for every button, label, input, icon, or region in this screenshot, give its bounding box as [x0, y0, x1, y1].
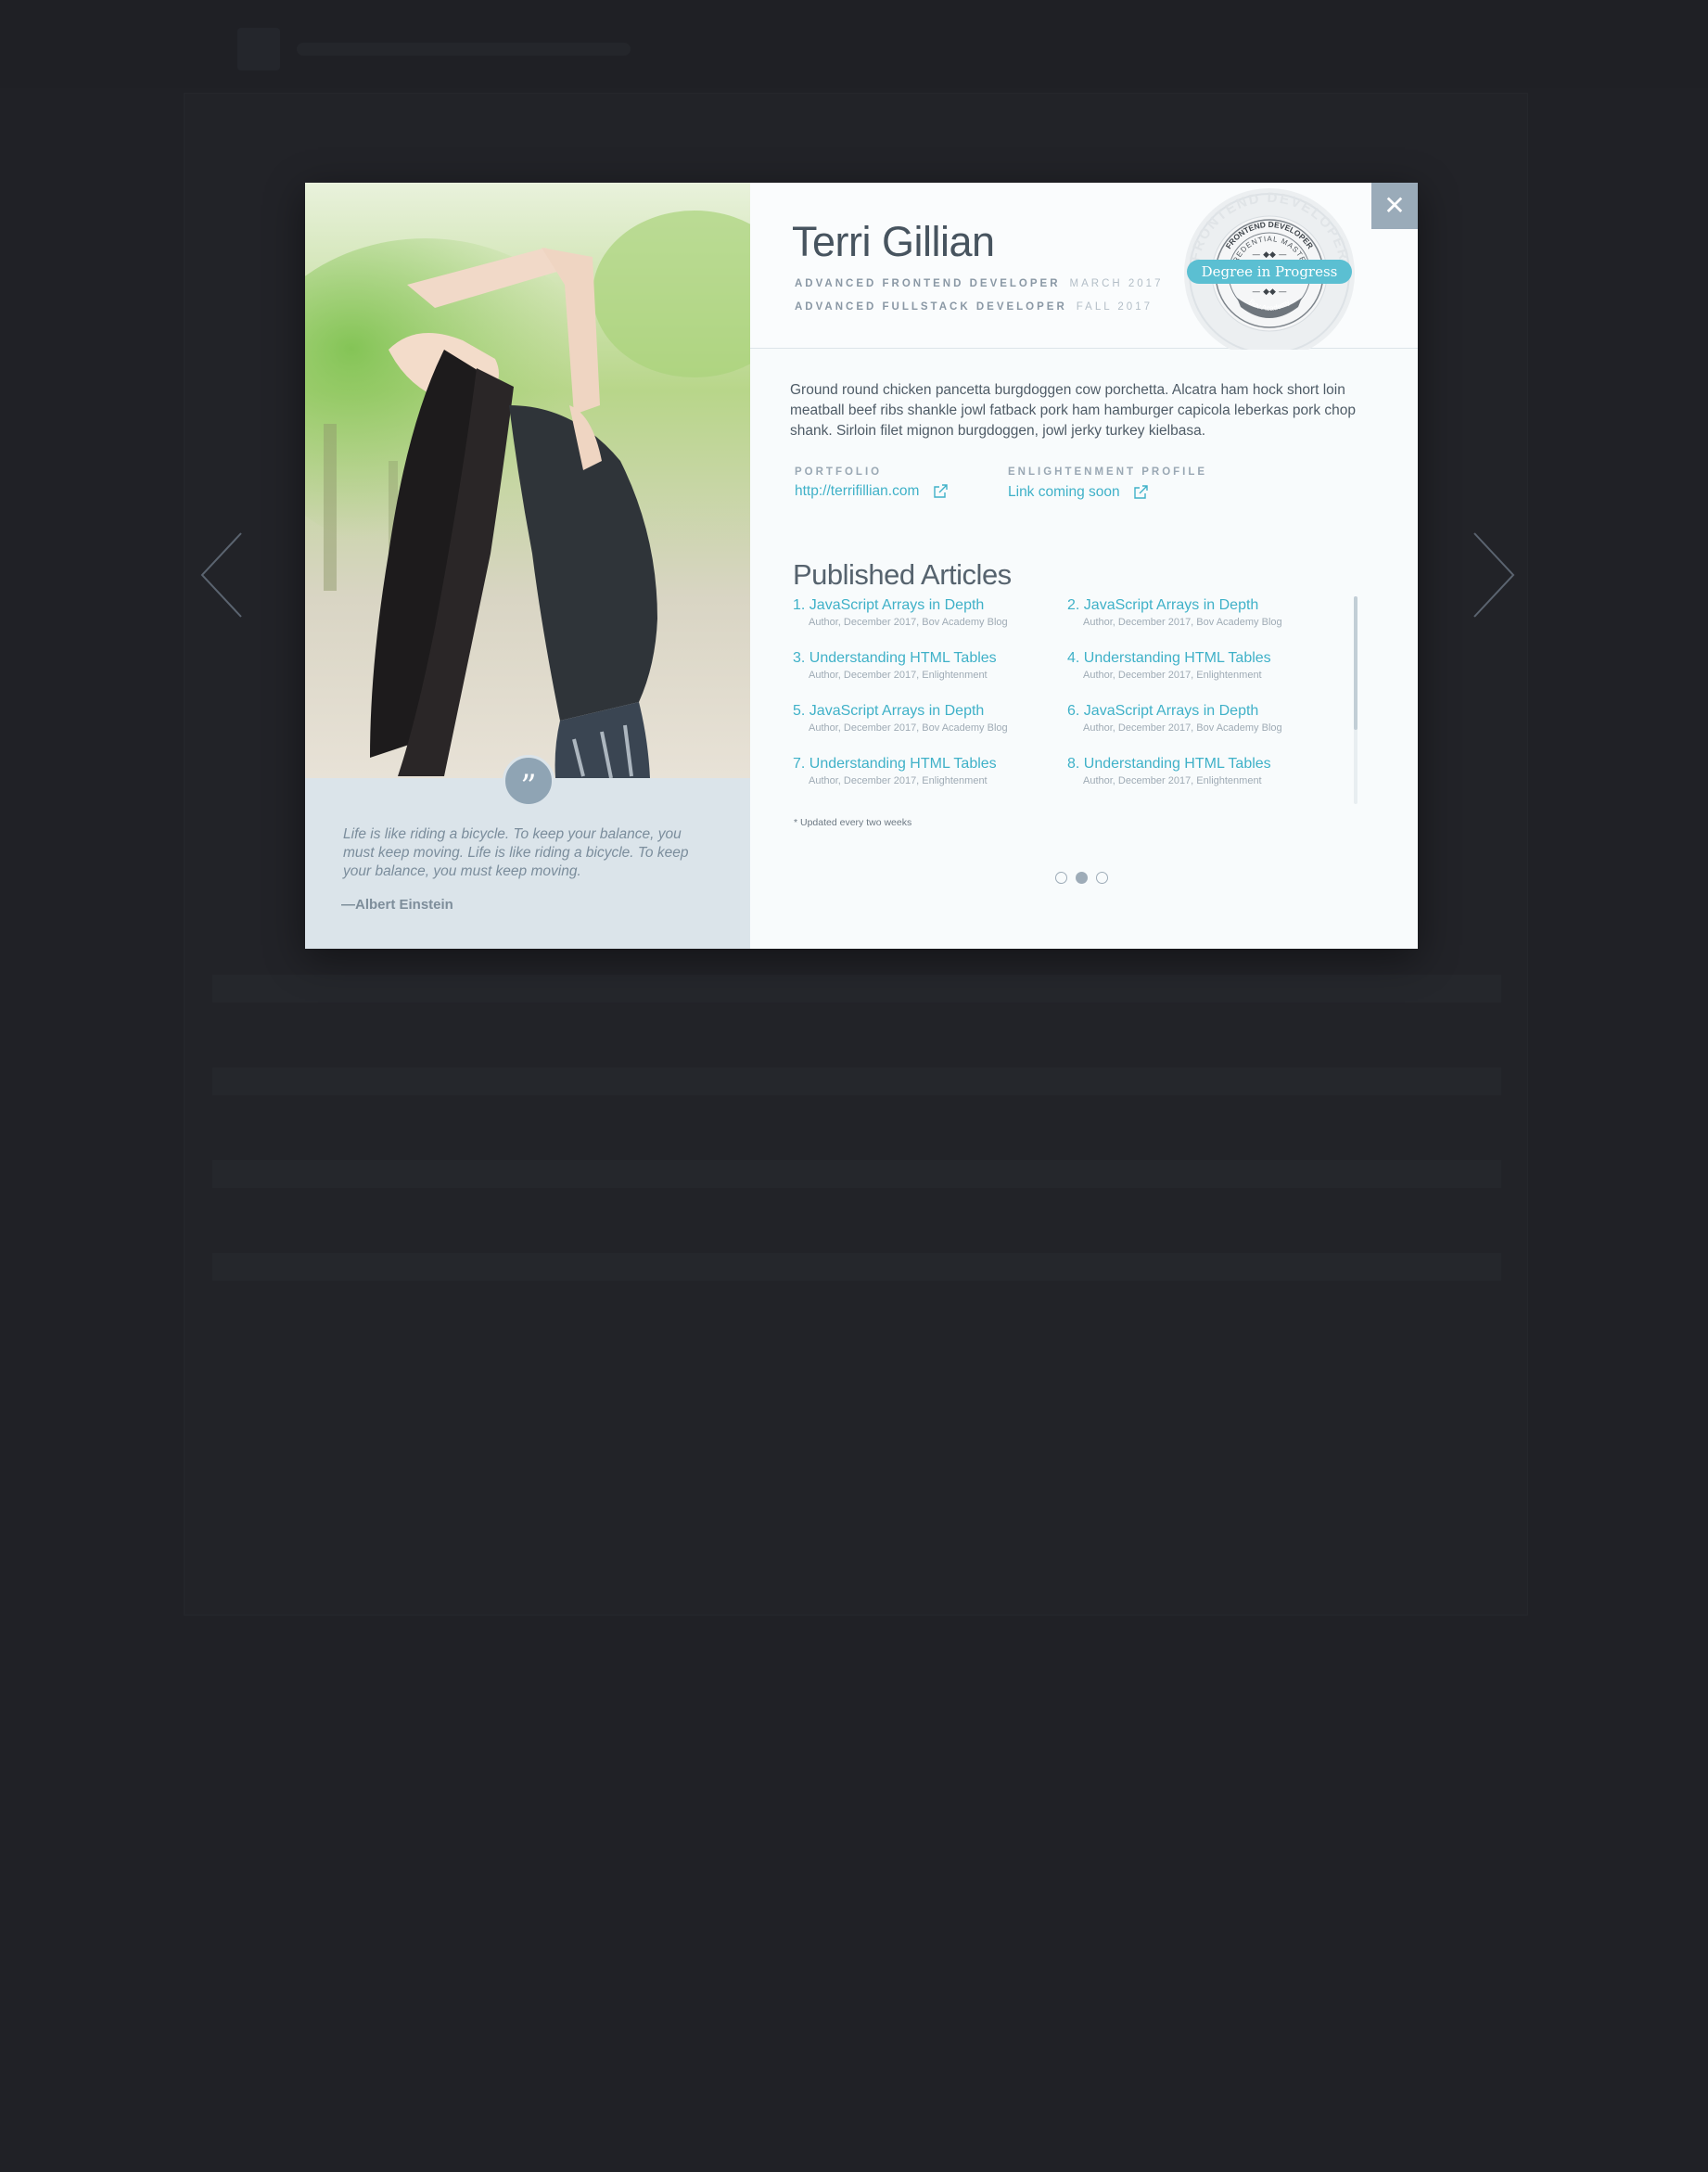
enlightenment-label: ENLIGHTENMENT PROFILE — [1008, 466, 1208, 478]
svg-text:— ◆◆ —: — ◆◆ — — [1252, 250, 1287, 260]
portfolio-label: PORTFOLIO — [795, 466, 883, 478]
article-meta: Author, December 2017, Enlightenment — [1083, 775, 1262, 786]
pagination-dot[interactable] — [1096, 872, 1108, 885]
enlightenment-link-text: Link coming soon — [1008, 484, 1120, 500]
quote-author: —Albert Einstein — [341, 897, 453, 913]
articles-footnote: * Updated every two weeks — [794, 817, 912, 828]
backdrop-header — [0, 0, 1708, 88]
credential-row: ADVANCED FULLSTACK DEVELOPER FALL 2017 — [795, 301, 1153, 313]
credential-row: ADVANCED FRONTEND DEVELOPER MARCH 2017 — [795, 278, 1163, 289]
pagination-dot-active[interactable] — [1076, 872, 1088, 885]
list-item: 4. Understanding HTML Tables Author, Dec… — [1067, 650, 1336, 681]
credential-title: ADVANCED FULLSTACK DEVELOPER — [795, 301, 1067, 313]
backdrop-bar — [212, 975, 1501, 1003]
profile-details: Terri Gillian ADVANCED FRONTEND DEVELOPE… — [750, 183, 1418, 949]
list-item: 1. JavaScript Arrays in Depth Author, De… — [793, 597, 1062, 628]
article-meta: Author, December 2017, Enlightenment — [809, 670, 988, 681]
quote-icon[interactable]: ” — [503, 755, 554, 807]
article-link[interactable]: 8. Understanding HTML Tables — [1067, 756, 1336, 773]
article-link[interactable]: 6. JavaScript Arrays in Depth — [1067, 703, 1336, 720]
article-link[interactable]: 3. Understanding HTML Tables — [793, 650, 1062, 667]
profile-modal: ” Life is like riding a bicycle. To keep… — [305, 183, 1418, 949]
article-meta: Author, December 2017, Bov Academy Blog — [809, 617, 1008, 628]
backdrop-nav — [297, 43, 631, 56]
article-list: 1. JavaScript Arrays in Depth Author, De… — [793, 597, 1349, 949]
credential-date: MARCH 2017 — [1069, 278, 1164, 289]
quote-text: Life is like riding a bicycle. To keep y… — [343, 826, 689, 879]
list-item: 3. Understanding HTML Tables Author, Dec… — [793, 650, 1062, 681]
published-articles-title: Published Articles — [793, 558, 1012, 591]
svg-text:— ◆◆ —: — ◆◆ — — [1252, 287, 1287, 297]
list-item: 2. JavaScript Arrays in Depth Author, De… — [1067, 597, 1336, 628]
badge-ribbon-text: Degree in Progress — [1202, 263, 1338, 280]
list-item: 6. JavaScript Arrays in Depth Author, De… — [1067, 703, 1336, 734]
article-meta: Author, December 2017, Bov Academy Blog — [1083, 722, 1282, 734]
credential-badge: FRONTEND DEVELOPER FRONTEND DEVELOPER CR… — [1184, 188, 1355, 350]
articles-scrollbar[interactable] — [1354, 596, 1357, 730]
profile-name: Terri Gillian — [792, 218, 995, 265]
backdrop-bar — [212, 1160, 1501, 1188]
portfolio-link[interactable]: http://terrifillian.com — [795, 483, 949, 500]
external-link-icon — [934, 484, 948, 499]
article-meta: Author, December 2017, Enlightenment — [809, 775, 988, 786]
list-item: 7. Understanding HTML Tables Author, Dec… — [793, 756, 1062, 786]
portfolio-link-text: http://terrifillian.com — [795, 483, 920, 499]
enlightenment-link[interactable]: Link coming soon — [1008, 484, 1149, 501]
list-item: 8. Understanding HTML Tables Author, Dec… — [1067, 756, 1336, 786]
pagination-dot[interactable] — [1055, 872, 1067, 885]
external-link-icon — [1134, 485, 1148, 500]
list-item: 5. JavaScript Arrays in Depth Author, De… — [793, 703, 1062, 734]
quote-panel: ” Life is like riding a bicycle. To keep… — [305, 183, 750, 949]
article-meta: Author, December 2017, Bov Academy Blog — [809, 722, 1008, 734]
article-link[interactable]: 4. Understanding HTML Tables — [1067, 650, 1336, 667]
profile-header: Terri Gillian ADVANCED FRONTEND DEVELOPE… — [750, 183, 1418, 350]
backdrop-logo — [237, 28, 280, 70]
article-meta: Author, December 2017, Enlightenment — [1083, 670, 1262, 681]
pagination-dots — [1055, 870, 1116, 887]
article-link[interactable]: 7. Understanding HTML Tables — [793, 756, 1062, 773]
credential-title: ADVANCED FRONTEND DEVELOPER — [795, 278, 1061, 289]
article-link[interactable]: 2. JavaScript Arrays in Depth — [1067, 597, 1336, 614]
backdrop-bar — [212, 1253, 1501, 1281]
article-meta: Author, December 2017, Bov Academy Blog — [1083, 617, 1282, 628]
backdrop-bar — [212, 1067, 1501, 1095]
credential-date: FALL 2017 — [1076, 301, 1153, 313]
chevron-right-icon[interactable] — [1465, 529, 1521, 621]
profile-bio: Ground round chicken pancetta burgdoggen… — [790, 382, 1356, 439]
article-link[interactable]: 5. JavaScript Arrays in Depth — [793, 703, 1062, 720]
chevron-left-icon[interactable] — [195, 529, 250, 621]
profile-photo — [305, 183, 750, 778]
close-button[interactable]: ✕ — [1371, 183, 1418, 229]
article-link[interactable]: 1. JavaScript Arrays in Depth — [793, 597, 1062, 614]
